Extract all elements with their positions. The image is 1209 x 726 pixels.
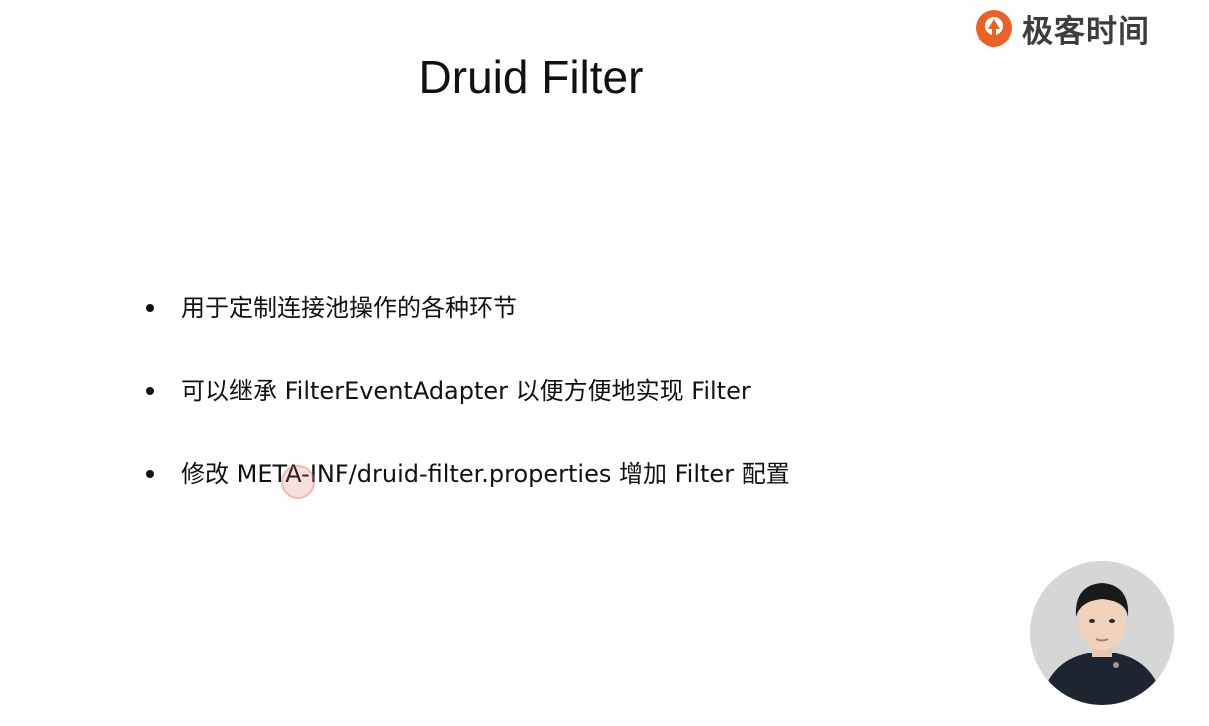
bullet-list: 用于定制连接池操作的各种环节 可以继承 FilterEventAdapter 以… [146, 288, 790, 537]
bullet-text: 用于定制连接池操作的各种环节 [181, 294, 517, 322]
geektime-logo-icon [972, 7, 1016, 51]
bullet-item: 可以继承 FilterEventAdapter 以便方便地实现 Filter [146, 371, 790, 454]
cursor-click-indicator [281, 465, 315, 499]
presenter-avatar [1030, 561, 1174, 705]
bullet-dot [146, 304, 154, 312]
bullet-dot [146, 470, 154, 478]
slide: 极客时间 Druid Filter 用于定制连接池操作的各种环节 可以继承 Fi… [0, 0, 1209, 726]
bullet-item: 用于定制连接池操作的各种环节 [146, 288, 790, 371]
bullet-dot [146, 387, 154, 395]
bullet-text: 可以继承 FilterEventAdapter 以便方便地实现 Filter [181, 377, 751, 405]
slide-title: Druid Filter [418, 51, 644, 103]
bullet-text: 修改 META-INF/druid-filter.properties 增加 F… [181, 460, 790, 488]
brand-name: 极客时间 [1022, 14, 1150, 50]
brand-logo: 极客时间 [972, 6, 1150, 51]
bullet-item: 修改 META-INF/druid-filter.properties 增加 F… [146, 454, 790, 537]
presenter-webcam [1030, 561, 1174, 705]
